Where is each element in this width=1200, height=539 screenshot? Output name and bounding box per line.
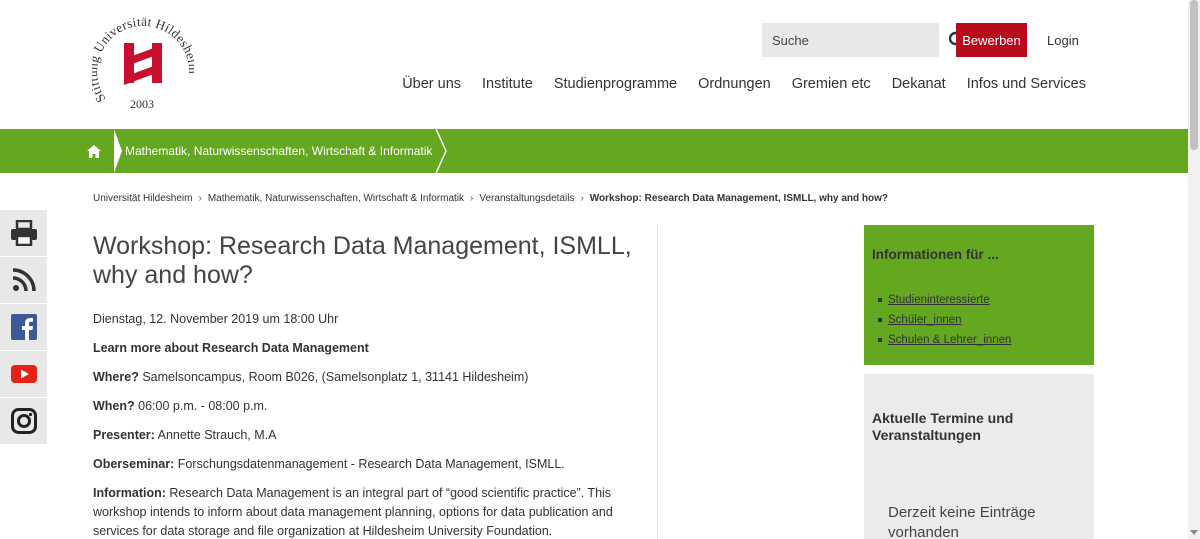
event-information: Information: Research Data Management is… xyxy=(93,486,613,538)
list-item: Schulen & Lehrer_innen xyxy=(878,330,1086,350)
scroll-down-icon[interactable] xyxy=(1190,530,1198,535)
nav-item-studienprogramme[interactable]: Studienprogramme xyxy=(554,76,677,92)
event-date: Dienstag, 12. November 2019 um 18:00 Uhr xyxy=(93,312,339,326)
svg-text:Stiftung Universität Hildeshei: Stiftung Universität Hildesheim xyxy=(92,15,194,105)
apply-button[interactable]: Bewerben xyxy=(956,23,1027,57)
breadcrumb-item[interactable]: Universität Hildesheim xyxy=(93,193,192,204)
university-logo[interactable]: Stiftung Universität Hildesheim 2003 xyxy=(85,14,201,115)
page-title: Workshop: Research Data Management, ISML… xyxy=(93,232,632,289)
breadcrumb: Universität Hildesheim › Mathematik, Nat… xyxy=(93,193,888,204)
event-presenter: Presenter: Annette Strauch, M.A xyxy=(93,428,277,442)
social-sidebar xyxy=(0,210,47,445)
nav-item-gremien[interactable]: Gremien etc xyxy=(792,76,871,92)
events-box-title: Aktuelle Termine und Veranstaltungen xyxy=(872,410,1014,443)
event-content: Workshop: Research Data Management, ISML… xyxy=(93,232,653,539)
page-scrollbar[interactable] xyxy=(1188,0,1200,539)
nav-item-infos-services[interactable]: Infos und Services xyxy=(967,76,1086,92)
search-box xyxy=(762,23,966,57)
home-icon[interactable] xyxy=(87,145,101,158)
event-seminar: Oberseminar: Forschungsdatenmanagement -… xyxy=(93,457,565,471)
logo-mark xyxy=(124,43,162,85)
events-empty-message: Derzeit keine Einträge vorhanden xyxy=(888,504,1036,539)
breadcrumb-separator: › xyxy=(470,193,474,204)
nav-item-institute[interactable]: Institute xyxy=(482,76,533,92)
logo-year: 2003 xyxy=(130,97,154,111)
event-intro: Learn more about Research Data Managemen… xyxy=(93,341,369,355)
breadcrumb-item[interactable]: Mathematik, Naturwissenschaften, Wirtsch… xyxy=(208,193,464,204)
print-icon xyxy=(10,220,37,246)
nav-item-ueber-uns[interactable]: Über uns xyxy=(402,76,461,92)
youtube-button[interactable] xyxy=(0,351,47,398)
content-divider xyxy=(657,225,658,539)
breadcrumb-current: Workshop: Research Data Management, ISML… xyxy=(589,193,888,204)
event-location: Where? Samelsoncampus, Room B026, (Samel… xyxy=(93,370,529,384)
list-item: Schüler_innen xyxy=(878,310,1086,330)
list-item: Studieninteressierte xyxy=(878,290,1086,310)
breadcrumb-item[interactable]: Veranstaltungsdetails xyxy=(479,193,574,204)
info-box-title: Informationen für ... xyxy=(872,247,999,262)
info-link-schulen-lehrer[interactable]: Schulen & Lehrer_innen xyxy=(888,330,1011,350)
instagram-button[interactable] xyxy=(0,398,47,445)
info-box: Informationen für ... Studieninteressier… xyxy=(864,225,1094,365)
instagram-icon xyxy=(10,408,37,434)
info-link-studieninteressierte[interactable]: Studieninteressierte xyxy=(888,290,990,310)
logo-arc-text: Stiftung Universität Hildesheim xyxy=(85,14,201,106)
nav-item-ordnungen[interactable]: Ordnungen xyxy=(698,76,771,92)
facebook-icon xyxy=(10,314,37,340)
facebook-button[interactable] xyxy=(0,304,47,351)
rss-button[interactable] xyxy=(0,257,47,304)
scrollbar-thumb[interactable] xyxy=(1190,0,1198,150)
rss-icon xyxy=(12,268,36,292)
breadcrumb-separator: › xyxy=(580,193,584,204)
search-input[interactable] xyxy=(762,23,948,57)
nav-item-dekanat[interactable]: Dekanat xyxy=(892,76,946,92)
youtube-icon xyxy=(10,365,37,383)
faculty-tab[interactable]: Mathematik, Naturwissenschaften, Wirtsch… xyxy=(113,129,441,173)
event-time: When? 06:00 p.m. - 08:00 p.m. xyxy=(93,399,268,413)
faculty-tab-arrow xyxy=(435,129,447,173)
main-navigation: Über uns Institute Studienprogramme Ordn… xyxy=(402,76,1086,92)
info-link-schueler[interactable]: Schüler_innen xyxy=(888,310,962,330)
breadcrumb-separator: › xyxy=(198,193,202,204)
print-button[interactable] xyxy=(0,210,47,257)
info-links: Studieninteressierte Schüler_innen Schul… xyxy=(872,290,1086,350)
login-link[interactable]: Login xyxy=(1047,33,1079,48)
